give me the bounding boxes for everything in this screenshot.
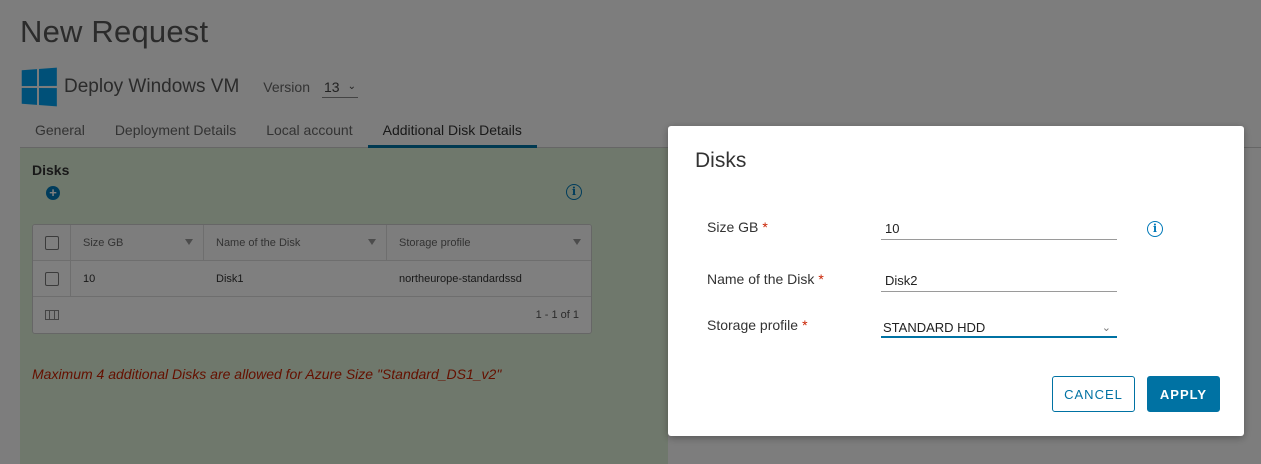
profile-label: Storage profile * <box>707 317 808 333</box>
size-row: Size GB * <box>707 214 1117 240</box>
profile-row: Storage profile * STANDARD HDD ⌄ <box>707 312 1117 338</box>
dialog-title: Disks <box>695 149 747 172</box>
disks-dialog: Disks Size GB* i Name of the Disk* Stora… <box>668 126 1244 436</box>
required-marker: * <box>762 219 768 235</box>
name-row: Name of the Disk * <box>707 266 1117 292</box>
chevron-down-icon: ⌄ <box>1101 321 1111 334</box>
name-label: Name of the Disk * <box>707 271 824 287</box>
required-marker: * <box>802 317 808 333</box>
size-label: Size GB * <box>707 219 768 235</box>
info-icon[interactable]: i <box>1147 221 1163 237</box>
required-marker: * <box>818 271 824 287</box>
apply-button[interactable]: APPLY <box>1147 376 1220 412</box>
storage-profile-select[interactable]: STANDARD HDD ⌄ <box>881 312 1117 338</box>
size-input[interactable] <box>881 214 1117 240</box>
disk-name-input[interactable] <box>881 266 1117 292</box>
storage-profile-value: STANDARD HDD <box>883 319 986 335</box>
cancel-button[interactable]: CANCEL <box>1052 376 1135 412</box>
